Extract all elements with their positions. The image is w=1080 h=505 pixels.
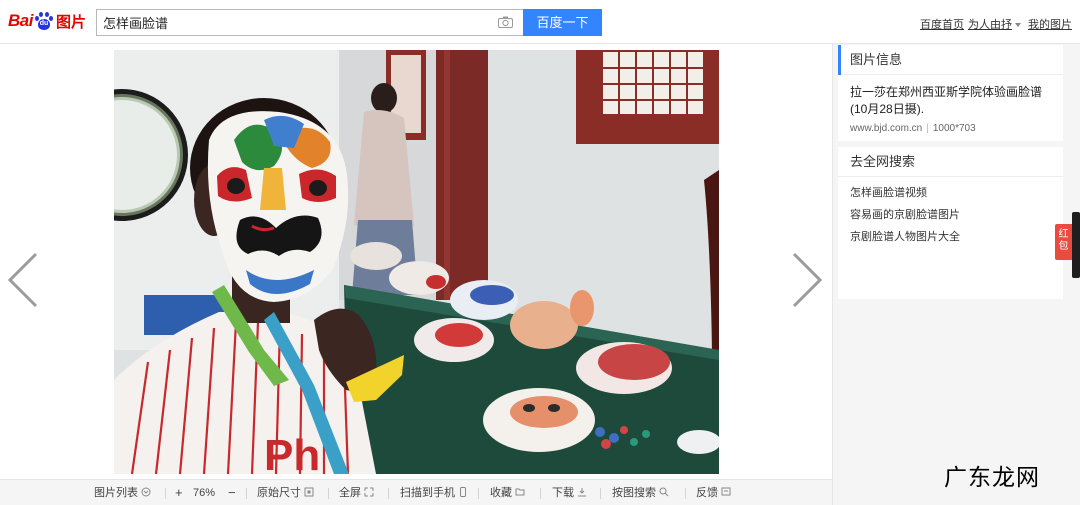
- collect-label: 收藏: [490, 487, 512, 499]
- site-watermark: 广东龙网: [944, 465, 1040, 491]
- feedback-icon: [721, 487, 731, 496]
- logo-pic-label: 图片: [55, 13, 86, 31]
- image-viewer: Ph: [0, 45, 832, 479]
- for-you-menu[interactable]: 为人由抒: [968, 16, 1021, 32]
- logo-text: Bai: [8, 11, 33, 30]
- image-meta: www.bjd.com.cn | 1000*703: [838, 118, 1063, 134]
- original-size-button[interactable]: 原始尺寸: [257, 480, 314, 505]
- toolbar-divider: [540, 488, 541, 499]
- my-pictures-link[interactable]: 我的图片: [1028, 16, 1072, 32]
- zoom-out-button[interactable]: −: [228, 480, 236, 505]
- image-info-title: 图片信息: [838, 45, 1063, 75]
- chevron-left-icon[interactable]: [4, 250, 44, 310]
- search-image-icon: [659, 487, 669, 497]
- for-you-label: 为人由抒: [968, 19, 1012, 31]
- opera-mask-photo: Ph: [114, 50, 719, 474]
- fullscreen-icon: [364, 487, 374, 497]
- main-image[interactable]: Ph: [114, 50, 719, 474]
- meta-separator: |: [926, 123, 929, 134]
- related-search-list: 怎样画脸谱视频 容易画的京剧脸谱图片 京剧脸谱人物图片大全: [838, 177, 1063, 248]
- scan-to-phone-button[interactable]: 扫描到手机: [400, 480, 468, 505]
- picture-list-label: 图片列表: [94, 487, 138, 499]
- web-search-title: 去全网搜索: [838, 147, 1063, 177]
- download-icon: [578, 488, 586, 497]
- search-by-image-label: 按图搜索: [612, 487, 656, 499]
- logo-du: du: [39, 20, 49, 27]
- related-search-item[interactable]: 京剧脸谱人物图片大全: [850, 226, 1063, 248]
- toolbar-divider: [165, 488, 166, 499]
- download-button[interactable]: 下载: [552, 480, 587, 505]
- image-description: 拉一莎在郑州西亚斯学院体验画脸谱(10月28日摄).: [850, 85, 1043, 116]
- scan-to-phone-label: 扫描到手机: [400, 487, 455, 499]
- toolbar-divider: [685, 488, 686, 499]
- phone-icon: [460, 487, 466, 497]
- original-size-icon: [304, 487, 314, 497]
- scrollbar-thumb[interactable]: [1072, 212, 1080, 278]
- baidu-home-link[interactable]: 百度首页: [920, 16, 964, 32]
- web-search-card: 去全网搜索 怎样画脸谱视频 容易画的京剧脸谱图片 京剧脸谱人物图片大全: [838, 147, 1063, 299]
- toolbar-divider: [388, 488, 389, 499]
- toolbar-divider: [328, 488, 329, 499]
- paw-icon: du: [34, 11, 54, 31]
- search-box: [96, 9, 523, 36]
- image-info-card: 图片信息 拉一莎在郑州西亚斯学院体验画脸谱(10月28日摄). www.bjd.…: [838, 45, 1063, 141]
- feedback-label: 反馈: [696, 487, 718, 499]
- zoom-in-button[interactable]: +: [175, 480, 183, 505]
- top-header: Bai du 图片 百度一下 百度首页 为人由抒 我的图片: [0, 0, 1080, 44]
- circle-chevron-icon: [141, 487, 151, 497]
- toolbar-divider: [246, 488, 247, 499]
- zoom-level: 76%: [193, 487, 216, 499]
- download-label: 下载: [552, 487, 574, 499]
- collect-button[interactable]: 收藏: [490, 480, 525, 505]
- search-by-image-button[interactable]: 按图搜索: [612, 480, 669, 505]
- chevron-right-icon[interactable]: [786, 250, 826, 310]
- original-size-label: 原始尺寸: [257, 487, 301, 499]
- info-sidebar: 图片信息 拉一莎在郑州西亚斯学院体验画脸谱(10月28日摄). www.bjd.…: [832, 44, 1080, 505]
- toolbar-divider: [478, 488, 479, 499]
- search-button[interactable]: 百度一下: [523, 9, 602, 36]
- camera-icon[interactable]: [498, 16, 513, 28]
- toolbar-divider: [600, 488, 601, 499]
- image-source-link[interactable]: www.bjd.com.cn: [850, 123, 922, 134]
- related-search-item[interactable]: 怎样画脸谱视频: [850, 182, 1063, 204]
- feedback-button[interactable]: 反馈: [696, 480, 731, 505]
- related-search-item[interactable]: 容易画的京剧脸谱图片: [850, 204, 1063, 226]
- folder-icon: [515, 488, 525, 496]
- fullscreen-button[interactable]: 全屏: [339, 480, 374, 505]
- chevron-down-icon: [1015, 23, 1021, 28]
- search-input[interactable]: [97, 10, 477, 35]
- image-dimensions: 1000*703: [932, 123, 976, 134]
- red-envelope-tab[interactable]: 红包: [1055, 224, 1072, 260]
- viewer-toolbar: 图片列表 + 76% − 原始尺寸 全屏 扫描到手机 收藏 下载 按图搜索 反馈: [0, 479, 832, 505]
- picture-list-button[interactable]: 图片列表: [94, 480, 151, 505]
- baidu-images-logo[interactable]: Bai du 图片: [8, 8, 86, 34]
- svg-text:Ph: Ph: [264, 431, 320, 474]
- fullscreen-label: 全屏: [339, 487, 361, 499]
